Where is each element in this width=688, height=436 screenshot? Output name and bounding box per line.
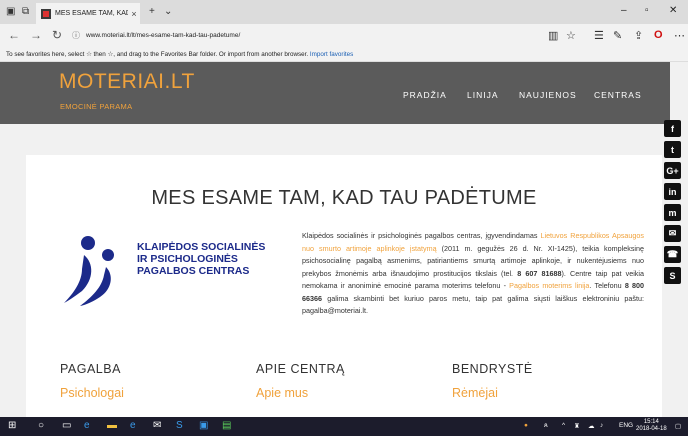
skype-taskbar-icon[interactable]: S bbox=[176, 420, 183, 431]
close-window-icon[interactable]: ✕ bbox=[669, 5, 677, 16]
footer-column-bendryste: BENDRYSTĖ Rėmėjai bbox=[452, 362, 533, 400]
site-tagline: EMOCINĖ PARAMA bbox=[60, 102, 133, 111]
start-icon[interactable]: ⊞ bbox=[8, 420, 16, 431]
import-favorites-link[interactable]: Import favorites bbox=[310, 51, 353, 58]
favorites-hub-icon[interactable]: ☰ bbox=[594, 29, 604, 42]
address-toolbar: ← → ↻ ⓘ www.moteriai.lt/lt/mes-esame-tam… bbox=[0, 24, 688, 48]
messenger-icon[interactable]: m bbox=[664, 204, 681, 221]
people-icon[interactable]: ጸ bbox=[544, 422, 548, 430]
social-share-bar: f t G+ in m ✉ ☎ S bbox=[662, 120, 688, 288]
favorites-bar-hint: To see favorites here, select ☆ then ☆, … bbox=[6, 51, 309, 58]
reading-view-icon[interactable]: ▥ bbox=[548, 29, 558, 42]
maximize-icon[interactable]: ▫ bbox=[645, 5, 649, 16]
footer-column-apie: APIE CENTRĄ Apie mus bbox=[256, 362, 345, 400]
skype-icon[interactable]: S bbox=[664, 267, 681, 284]
page-title: MES ESAME TAM, KAD TAU PADĖTUME bbox=[151, 187, 537, 209]
onedrive-icon[interactable]: ☁ bbox=[588, 422, 595, 430]
site-favicon-icon bbox=[41, 8, 51, 19]
favorite-star-icon[interactable]: ☆ bbox=[566, 29, 576, 42]
column-heading: PAGALBA bbox=[60, 362, 121, 376]
internet-explorer-icon[interactable]: e bbox=[130, 420, 136, 431]
tray-app-icon[interactable]: ● bbox=[524, 422, 528, 429]
nav-centras[interactable]: CENTRAS bbox=[594, 90, 642, 100]
para-text-5: galima skambinti bet kuriuo paros metu, … bbox=[302, 293, 644, 316]
back-icon[interactable]: ← bbox=[8, 28, 20, 42]
column-link[interactable]: Rėmėjai bbox=[452, 386, 533, 400]
forward-icon[interactable]: → bbox=[30, 28, 42, 42]
logo-line-2: IR PSICHOLOGINĖS bbox=[137, 253, 238, 265]
refresh-icon[interactable]: ↻ bbox=[52, 28, 62, 42]
twitter-icon[interactable]: t bbox=[664, 141, 681, 158]
linkedin-icon[interactable]: in bbox=[664, 183, 681, 200]
address-bar[interactable]: ⓘ www.moteriai.lt/lt/mes-esame-tam-kad-t… bbox=[72, 28, 302, 43]
center-logo-text: KLAIPĖDOS SOCIALINĖS IR PSICHOLOGINĖS PA… bbox=[137, 241, 265, 277]
para-text-1: Klaipėdos socialinės ir psichologinės pa… bbox=[302, 231, 541, 240]
new-tab-icon[interactable]: + bbox=[149, 6, 155, 17]
mail-icon[interactable]: ✉ bbox=[153, 420, 161, 431]
viber-icon[interactable]: ☎ bbox=[664, 246, 681, 263]
center-logo-icon bbox=[64, 236, 114, 306]
column-link[interactable]: Psichologai bbox=[60, 386, 124, 400]
nav-naujienos[interactable]: NAUJIENOS bbox=[519, 90, 577, 100]
column-heading: BENDRYSTĖ bbox=[452, 362, 533, 376]
column-link[interactable]: Apie mus bbox=[256, 386, 345, 400]
url-text: www.moteriai.lt/lt/mes-esame-tam-kad-tau… bbox=[86, 32, 241, 39]
footer-column-pagalba: PAGALBA Psichologai bbox=[60, 362, 124, 400]
column-heading: APIE CENTRĄ bbox=[256, 362, 345, 376]
browser-tab-bar: ▣ ⧉ MES ESAME TAM, KAD × + ⌄ – ▫ ✕ bbox=[0, 0, 688, 24]
para-text-4: . Telefonu bbox=[589, 281, 625, 290]
project-icon[interactable]: ▤ bbox=[222, 420, 231, 431]
search-icon[interactable]: ○ bbox=[38, 420, 44, 431]
facebook-icon[interactable]: f bbox=[664, 120, 681, 137]
clock[interactable]: 15:14 2018-04-18 bbox=[636, 419, 667, 433]
opera-extension-icon[interactable]: O bbox=[654, 29, 663, 41]
share-icon[interactable]: ⇪ bbox=[634, 29, 643, 42]
edge-icon[interactable]: e bbox=[84, 420, 90, 431]
site-logo[interactable]: MOTERIAI.LT bbox=[59, 70, 195, 94]
outlook-icon[interactable]: ▣ bbox=[199, 420, 208, 431]
clock-time: 15:14 bbox=[643, 419, 659, 425]
tray-overflow-icon[interactable]: ^ bbox=[562, 422, 565, 429]
logo-line-3: PAGALBOS CENTRAS bbox=[137, 265, 250, 277]
site-header: MOTERIAI.LT EMOCINĖ PARAMA PRADŽIA LINIJ… bbox=[0, 62, 670, 124]
minimize-icon[interactable]: – bbox=[621, 5, 627, 16]
tab-manager-icon[interactable]: ▣ bbox=[6, 6, 15, 17]
file-explorer-icon[interactable]: ▬ bbox=[107, 420, 117, 431]
tab-preview-chevron-icon[interactable]: ⌄ bbox=[164, 6, 172, 17]
email-icon[interactable]: ✉ bbox=[664, 225, 681, 242]
more-options-icon[interactable]: ⋯ bbox=[674, 29, 685, 42]
site-info-icon[interactable]: ⓘ bbox=[72, 30, 80, 41]
network-icon[interactable]: ♜ bbox=[574, 422, 580, 430]
close-tab-icon[interactable]: × bbox=[128, 9, 140, 19]
web-page: MOTERIAI.LT EMOCINĖ PARAMA PRADŽIA LINIJ… bbox=[0, 62, 688, 417]
set-aside-tabs-icon[interactable]: ⧉ bbox=[22, 6, 29, 17]
notifications-icon[interactable]: ▢ bbox=[675, 422, 681, 430]
google-plus-icon[interactable]: G+ bbox=[664, 162, 681, 179]
language-indicator[interactable]: ENG bbox=[619, 422, 633, 429]
windows-taskbar: ⊞ ○ ▭ e ▬ e ✉ S ▣ ▤ ● ጸ ^ ♜ ☁ ♪ ENG 15:1… bbox=[0, 417, 688, 436]
tab-title: MES ESAME TAM, KAD bbox=[55, 10, 128, 17]
clock-date: 2018-04-18 bbox=[636, 426, 667, 432]
browser-tab[interactable]: MES ESAME TAM, KAD × bbox=[36, 3, 140, 24]
logo-line-1: KLAIPĖDOS SOCIALINĖS bbox=[137, 241, 266, 253]
favorites-bar: To see favorites here, select ☆ then ☆, … bbox=[0, 48, 688, 62]
volume-icon[interactable]: ♪ bbox=[600, 422, 603, 429]
intro-paragraph: Klaipėdos socialinės ir psichologinės pa… bbox=[302, 230, 644, 318]
nav-pradzia[interactable]: PRADŽIA bbox=[403, 90, 447, 100]
phone-number-1: 8 607 81688 bbox=[517, 268, 562, 278]
main-content: MES ESAME TAM, KAD TAU PADĖTUME KLAIPĖDO… bbox=[26, 155, 662, 417]
nav-linija[interactable]: LINIJA bbox=[467, 90, 499, 100]
task-view-icon[interactable]: ▭ bbox=[62, 420, 71, 431]
web-note-icon[interactable]: ✎ bbox=[613, 29, 622, 42]
helpline-link[interactable]: Pagalbos moterims linija bbox=[509, 281, 589, 290]
